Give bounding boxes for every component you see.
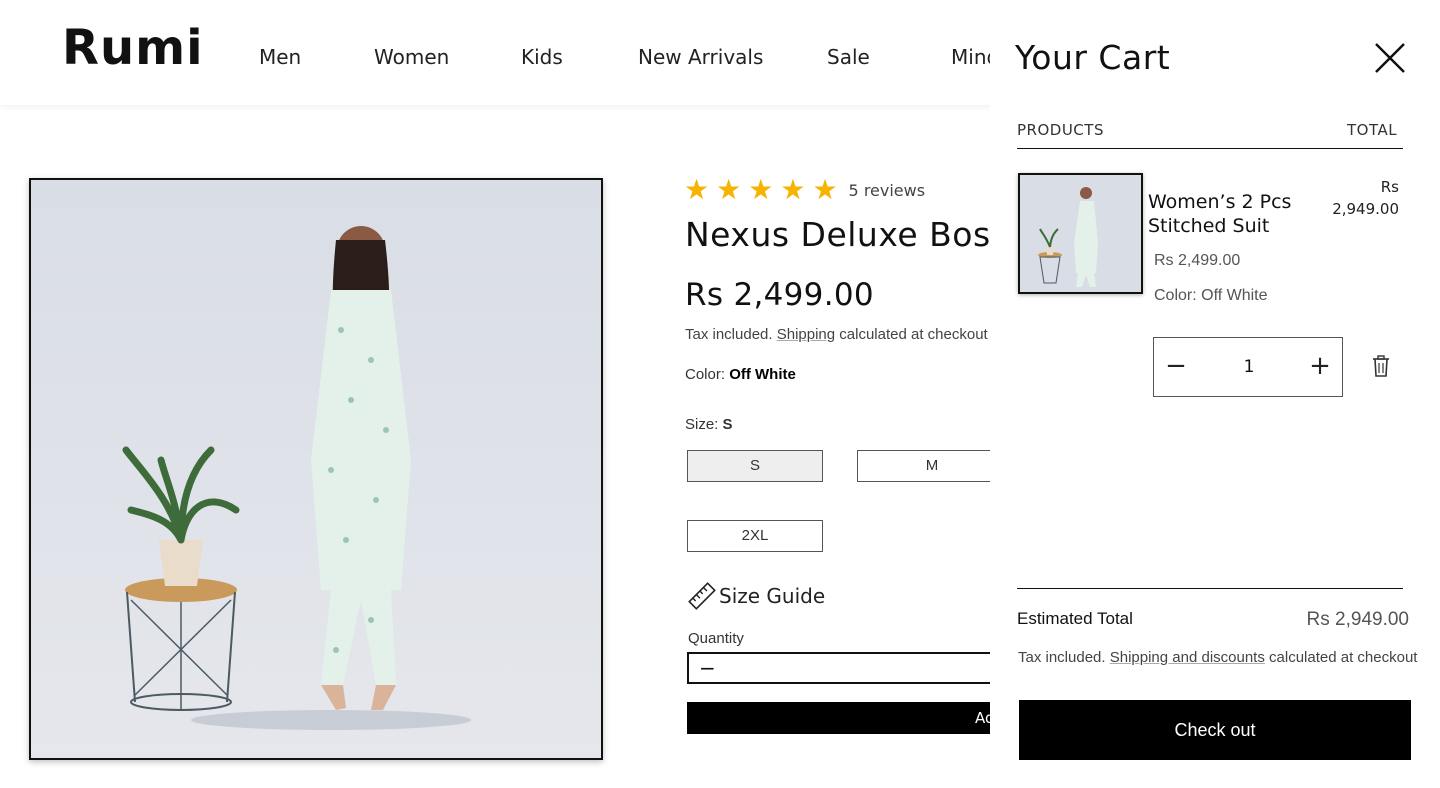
minus-icon[interactable]: − [699,656,716,680]
trash-icon [1373,355,1389,377]
estimated-total-value: Rs 2,949.00 [1306,609,1409,630]
rating-stars[interactable]: ★ ★ ★ ★ ★ 5 reviews [684,176,925,204]
cart-column-total: TOTAL [1347,121,1398,139]
size-guide-link[interactable]: Size Guide [688,582,825,610]
shipping-link[interactable]: Shipping [777,326,835,343]
ruler-icon [688,582,716,610]
product-tax-note: Tax included. Shipping calculated at che… [685,326,988,343]
cart-column-products: PRODUCTS [1017,121,1104,139]
star-icon: ★ [780,173,806,206]
product-photo-illustration [122,226,471,730]
size-option-s[interactable]: S [687,450,823,482]
nav-men[interactable]: Men [259,45,301,69]
quantity-stepper: − 1 + [1153,337,1343,397]
star-icon: ★ [748,173,774,206]
nav-kids[interactable]: Kids [521,45,563,69]
shipping-discounts-link[interactable]: Shipping and discounts [1110,649,1265,666]
size-option-m[interactable]: M [857,450,1007,482]
star-icon: ★ [684,173,710,206]
quantity-selector[interactable]: − [687,652,1007,684]
size-label: Size: [685,416,723,433]
size-guide-label: Size Guide [719,584,826,608]
cart-tax-suffix: calculated at checkout [1264,649,1418,666]
add-to-cart-button[interactable]: Ad [687,702,1007,734]
color-label: Color: [685,366,730,383]
tax-prefix: Tax included. [685,326,777,343]
product-color: Color: Off White [685,366,796,383]
checkout-button[interactable]: Check out [1019,700,1411,760]
cart-title: Your Cart [1015,38,1171,77]
quantity-input[interactable]: 1 [1204,357,1294,377]
divider [1017,588,1403,589]
product-title: Nexus Deluxe Bosk [685,215,1011,254]
close-icon [1375,43,1405,73]
size-value: S [722,416,733,433]
tax-suffix: calculated at checkout [835,326,988,343]
cart-item-total: Rs 2,949.00 [1318,176,1399,220]
cart-tax-prefix: Tax included. [1018,649,1110,666]
cart-item-color: Color: Off White [1154,287,1268,304]
nav-women[interactable]: Women [374,45,449,69]
size-option-2xl[interactable]: 2XL [687,520,823,552]
color-value: Off White [729,366,796,383]
cart-item-name[interactable]: Women’s 2 Pcs Stitched Suit [1148,190,1318,238]
cart-item-total-currency: Rs [1380,178,1399,196]
cart-item-photo [1020,175,1141,292]
cart-item-price: Rs 2,499.00 [1154,252,1241,269]
close-cart-button[interactable] [1370,38,1410,78]
brand-logo[interactable]: Rumi [62,20,204,76]
increase-quantity-button[interactable]: + [1298,338,1342,396]
cart-item-thumbnail[interactable] [1018,173,1143,294]
product-size: Size: S [685,416,733,433]
remove-item-button[interactable] [1370,354,1392,378]
product-price: Rs 2,499.00 [685,277,874,313]
nav-sale[interactable]: Sale [827,45,870,69]
cart-drawer: Your Cart PRODUCTS TOTAL Women’s 2 Pcs S… [990,0,1440,788]
estimated-total-label: Estimated Total [1017,609,1133,628]
decrease-quantity-button[interactable]: − [1154,338,1198,396]
reviews-count[interactable]: 5 reviews [849,181,926,200]
quantity-label: Quantity [688,630,744,647]
star-icon: ★ [812,173,838,206]
cart-tax-note: Tax included. Shipping and discounts cal… [1018,649,1417,666]
nav-new-arrivals[interactable]: New Arrivals [638,45,763,69]
product-image[interactable] [29,178,603,760]
cart-item-total-amount: 2,949.00 [1332,200,1399,218]
divider [1017,148,1403,149]
star-icon: ★ [716,173,742,206]
